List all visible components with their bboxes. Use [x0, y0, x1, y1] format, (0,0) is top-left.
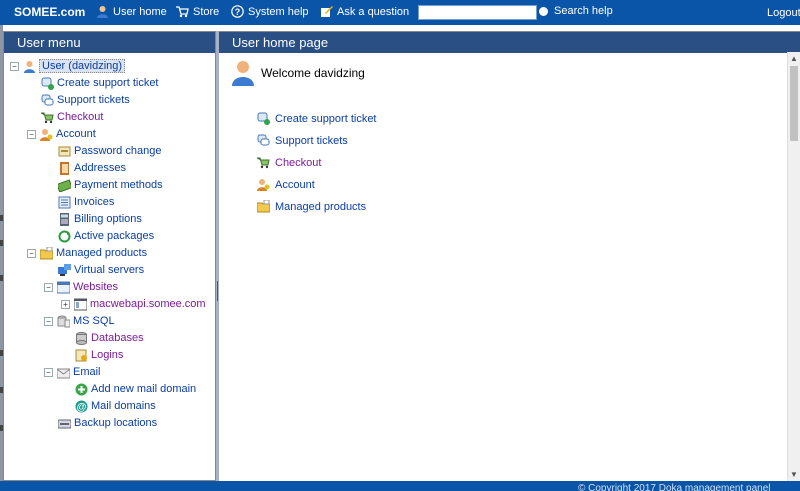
tree-item-billing-options[interactable]: Billing options: [58, 212, 142, 226]
webpage-icon: [74, 298, 87, 310]
welcome-text: Welcome davidzing: [261, 66, 365, 80]
tree-item-payment-methods[interactable]: Payment methods: [58, 178, 163, 192]
cart-icon: [257, 157, 270, 169]
tree-item-checkout[interactable]: Checkout: [41, 110, 103, 124]
nav-system-help[interactable]: ? System help: [231, 5, 309, 18]
tree-item-mail-domains[interactable]: @ Mail domains: [75, 399, 156, 413]
cart-icon: [41, 112, 54, 123]
folder-icon: [40, 246, 53, 259]
tree-item-website-macwebapi[interactable]: + macwebapi.somee.com: [61, 297, 206, 311]
tree-item-account[interactable]: − Account: [27, 127, 96, 141]
link-support-tickets[interactable]: Support tickets: [257, 134, 348, 147]
tree-item-managed-products[interactable]: − Managed products: [27, 246, 147, 260]
user-home-panel: User home page Welcome davidzing Create …: [219, 31, 800, 481]
brand-link[interactable]: SOMEE.com: [14, 5, 85, 19]
calculator-icon: [60, 212, 69, 226]
edit-icon: [321, 6, 333, 17]
backup-icon: [58, 419, 71, 428]
tickets-icon: [41, 94, 54, 105]
user-menu-title: User menu: [4, 32, 215, 53]
expand-toggle[interactable]: +: [61, 299, 70, 309]
copyright-text: © Copyright 2017 Doka management panel: [578, 483, 771, 491]
top-bar: SOMEE.com User home Store ? System help …: [0, 0, 800, 25]
user-icon: [97, 6, 108, 18]
login-icon: [75, 349, 87, 361]
folder-icon: [257, 200, 270, 213]
scroll-thumb[interactable]: [790, 66, 798, 141]
collapse-toggle[interactable]: −: [10, 61, 19, 71]
collapse-toggle[interactable]: −: [44, 367, 53, 377]
refresh-icon: [58, 230, 71, 242]
help-icon: ?: [231, 5, 244, 18]
account-icon: [257, 179, 270, 191]
tree-item-password-change[interactable]: Password change: [58, 144, 161, 158]
tree-item-create-support-ticket[interactable]: Create support ticket: [41, 76, 159, 90]
tree-item-active-packages[interactable]: Active packages: [58, 229, 154, 243]
nav-ask-question[interactable]: Ask a question: [320, 5, 409, 18]
database-icon: [76, 331, 87, 345]
user-icon: [24, 60, 35, 73]
new-ticket-icon: [41, 77, 54, 90]
at-icon: @: [75, 400, 88, 413]
footer: © Copyright 2017 Doka management panel: [0, 481, 800, 491]
tree-item-add-mail-domain[interactable]: Add new mail domain: [75, 382, 196, 396]
logout-link[interactable]: Logout: [767, 7, 800, 19]
scroll-up-arrow-icon[interactable]: ▲: [788, 52, 800, 65]
password-icon: [58, 146, 71, 156]
link-checkout[interactable]: Checkout: [257, 156, 321, 169]
payment-icon: [58, 178, 71, 192]
collapse-toggle[interactable]: −: [27, 129, 36, 139]
tree-item-support-tickets[interactable]: Support tickets: [41, 93, 130, 107]
user-home-title: User home page: [219, 32, 800, 53]
tree-item-databases[interactable]: Databases: [75, 331, 144, 345]
search-input[interactable]: [418, 5, 537, 20]
email-icon: [57, 368, 70, 378]
user-menu-panel: User menu − User (davidzing) Create supp…: [3, 31, 216, 481]
invoice-icon: [58, 196, 71, 208]
collapse-toggle[interactable]: −: [44, 282, 53, 292]
server-icon: [58, 263, 71, 276]
cart-icon: [176, 6, 189, 18]
tree-item-backup-locations[interactable]: Backup locations: [58, 416, 157, 430]
new-ticket-icon: [257, 112, 270, 125]
tickets-icon: [257, 134, 270, 146]
tree-item-websites[interactable]: − Websites: [44, 280, 118, 294]
search-help-label[interactable]: Search help: [554, 5, 613, 17]
tree-item-virtual-servers[interactable]: Virtual servers: [58, 263, 144, 277]
vertical-scrollbar[interactable]: ▲ ▼: [787, 52, 800, 481]
avatar: [232, 61, 254, 86]
address-book-icon: [60, 161, 69, 175]
tree-item-invoices[interactable]: Invoices: [58, 195, 114, 209]
account-icon: [40, 128, 53, 141]
sql-icon: [57, 315, 70, 327]
collapse-toggle[interactable]: −: [44, 316, 53, 326]
nav-user-home[interactable]: User home: [96, 5, 167, 18]
search-help-radio[interactable]: [539, 7, 548, 16]
tree-item-email[interactable]: − Email: [44, 365, 101, 379]
website-icon: [57, 281, 70, 293]
tree-item-user[interactable]: − User (davidzing): [10, 59, 126, 73]
svg-text:@: @: [77, 402, 87, 413]
link-managed-products[interactable]: Managed products: [257, 200, 366, 213]
tree-item-logins[interactable]: Logins: [75, 348, 123, 362]
nav-store[interactable]: Store: [176, 5, 219, 18]
scroll-down-arrow-icon[interactable]: ▼: [788, 468, 800, 481]
svg-text:?: ?: [235, 7, 241, 17]
link-account[interactable]: Account: [257, 178, 315, 191]
link-create-support-ticket[interactable]: Create support ticket: [257, 112, 377, 125]
tree-item-ms-sql[interactable]: − MS SQL: [44, 314, 115, 328]
collapse-toggle[interactable]: −: [27, 248, 36, 258]
welcome-banner: Welcome davidzing: [231, 60, 365, 86]
tree-item-addresses[interactable]: Addresses: [58, 161, 126, 175]
add-icon: [75, 383, 88, 395]
